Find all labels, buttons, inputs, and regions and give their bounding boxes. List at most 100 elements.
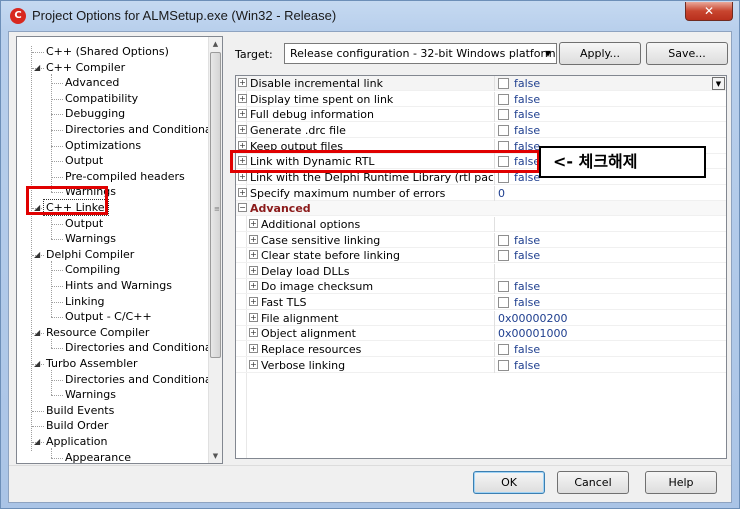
tree-item[interactable]: Pre-compiled headers xyxy=(65,169,185,184)
tree-expand-arrow-icon[interactable]: ◢ xyxy=(34,325,40,340)
tree-item[interactable]: Directories and Conditionals xyxy=(65,340,220,355)
expand-icon[interactable]: + xyxy=(238,187,247,197)
tree-item[interactable]: Advanced xyxy=(65,75,119,90)
tree-item[interactable]: Output xyxy=(65,153,103,168)
grid-row-value[interactable]: false xyxy=(514,342,540,357)
grid-row-value[interactable]: false xyxy=(514,358,540,373)
ok-button[interactable]: OK xyxy=(473,471,545,494)
grid-row-value[interactable]: false xyxy=(514,76,540,91)
tree-item[interactable]: Debugging xyxy=(65,106,125,121)
grid-row[interactable]: + Object alignment 0x00001000 xyxy=(236,326,726,342)
grid-row-checkbox[interactable] xyxy=(498,78,509,89)
grid-row[interactable]: + File alignment 0x00000200 xyxy=(236,310,726,326)
grid-row-checkbox[interactable] xyxy=(498,171,509,183)
expand-icon[interactable]: + xyxy=(249,218,258,228)
tree-item[interactable]: Warnings xyxy=(65,231,116,246)
tree-expand-arrow-icon[interactable]: ◢ xyxy=(34,434,40,449)
grid-row-checkbox[interactable] xyxy=(498,109,509,121)
cancel-button[interactable]: Cancel xyxy=(557,471,629,494)
expand-icon[interactable]: + xyxy=(249,297,258,307)
tree-item[interactable]: Build Events xyxy=(46,403,114,418)
tree-item[interactable]: Directories and Conditionals xyxy=(65,122,220,137)
expand-icon[interactable]: + xyxy=(249,328,258,338)
tree-expand-arrow-icon[interactable]: ◢ xyxy=(34,60,40,75)
grid-row[interactable]: + Fast TLS false xyxy=(236,295,726,311)
tree-item[interactable]: Turbo Assembler xyxy=(46,356,138,371)
expand-icon[interactable]: + xyxy=(238,78,247,87)
grid-row-checkbox[interactable] xyxy=(498,250,509,262)
tree-item[interactable]: Appearance xyxy=(65,450,131,463)
tree-item[interactable]: C++ (Shared Options) xyxy=(46,44,169,59)
title-bar[interactable]: C Project Options for ALMSetup.exe (Win3… xyxy=(1,1,739,31)
scroll-up-arrow-icon[interactable]: ▲ xyxy=(209,37,222,51)
tree-expand-arrow-icon[interactable]: ◢ xyxy=(34,247,40,262)
close-window-button[interactable]: ✕ xyxy=(685,2,733,21)
expand-icon[interactable]: + xyxy=(238,124,247,134)
expand-icon[interactable]: + xyxy=(238,171,247,181)
grid-row[interactable]: + Do image checksum false xyxy=(236,279,726,295)
expand-icon[interactable]: + xyxy=(249,265,258,275)
grid-row-checkbox[interactable] xyxy=(498,359,509,371)
grid-row-value[interactable]: false xyxy=(514,295,540,310)
grid-row[interactable]: + Clear state before linking false xyxy=(236,248,726,264)
grid-row[interactable]: + Additional options xyxy=(236,216,726,232)
grid-row-value[interactable]: false xyxy=(514,248,540,263)
scroll-thumb[interactable]: ≡ xyxy=(210,52,221,358)
tree-item[interactable]: Output - C/C++ xyxy=(65,309,152,324)
grid-row[interactable]: + Generate .drc file false xyxy=(236,122,726,138)
help-button[interactable]: Help xyxy=(645,471,717,494)
grid-row-value[interactable]: false xyxy=(514,92,540,107)
target-select[interactable]: Release configuration - 32-bit Windows p… xyxy=(284,43,557,64)
grid-row-checkbox[interactable] xyxy=(498,93,509,105)
grid-row[interactable]: + Display time spent on link false xyxy=(236,91,726,107)
expand-icon[interactable]: + xyxy=(249,359,258,369)
grid-row-checkbox[interactable] xyxy=(498,344,509,356)
tree-item[interactable]: Optimizations xyxy=(65,138,141,153)
grid-row-value[interactable]: 0 xyxy=(498,186,505,201)
grid-row[interactable]: + Disable incremental link false ▼ xyxy=(236,76,726,91)
grid-value-dropdown-icon[interactable]: ▼ xyxy=(712,77,725,90)
grid-row[interactable]: + Verbose linking false xyxy=(236,357,726,373)
tree-item[interactable]: Directories and Conditionals xyxy=(65,372,220,387)
grid-row-checkbox[interactable] xyxy=(498,234,509,246)
grid-row-value[interactable]: 0x00001000 xyxy=(498,326,568,341)
grid-row[interactable]: + Specify maximum number of errors 0 xyxy=(236,185,726,201)
grid-row-value[interactable]: false xyxy=(514,107,540,122)
grid-row-value[interactable]: 0x00000200 xyxy=(498,311,568,326)
tree-item[interactable]: Application xyxy=(46,434,107,449)
expand-icon[interactable]: + xyxy=(249,344,258,354)
grid-row-checkbox[interactable] xyxy=(498,124,509,136)
grid-row-checkbox[interactable] xyxy=(498,281,509,293)
expand-icon[interactable]: + xyxy=(249,234,258,244)
scroll-down-arrow-icon[interactable]: ▼ xyxy=(209,449,222,463)
grid-group-row[interactable]: − Advanced xyxy=(236,201,726,217)
grid-row[interactable]: + Case sensitive linking false xyxy=(236,232,726,248)
tree-item[interactable]: Hints and Warnings xyxy=(65,278,172,293)
expand-icon[interactable]: + xyxy=(238,109,247,119)
expand-icon[interactable]: + xyxy=(249,312,258,322)
grid-row-value[interactable]: false xyxy=(514,279,540,294)
expand-icon[interactable]: + xyxy=(249,250,258,260)
expand-icon[interactable]: + xyxy=(238,93,247,103)
tree-item[interactable]: Resource Compiler xyxy=(46,325,149,340)
grid-row-value[interactable]: false xyxy=(514,123,540,138)
tree-item[interactable]: Output xyxy=(65,216,103,231)
tree-item[interactable]: Compatibility xyxy=(65,91,138,106)
grid-row-value[interactable]: false xyxy=(514,233,540,248)
grid-row[interactable]: + Delay load DLLs xyxy=(236,263,726,279)
tree-item[interactable]: Warnings xyxy=(65,387,116,402)
save-button[interactable]: Save... xyxy=(646,42,728,65)
apply-button[interactable]: Apply... xyxy=(559,42,641,65)
tree-item[interactable]: Linking xyxy=(65,294,105,309)
tree-item[interactable]: Build Order xyxy=(46,418,108,433)
tree-expand-arrow-icon[interactable]: ◢ xyxy=(34,356,40,371)
grid-row-checkbox[interactable] xyxy=(498,297,509,309)
tree-item[interactable]: C++ Compiler xyxy=(46,60,125,75)
expand-icon[interactable]: + xyxy=(238,140,247,150)
tree-item[interactable]: Delphi Compiler xyxy=(46,247,134,262)
tree-scrollbar[interactable]: ▲ ≡ ▼ xyxy=(208,37,222,463)
grid-row[interactable]: + Replace resources false xyxy=(236,342,726,358)
expand-icon[interactable]: + xyxy=(249,281,258,291)
collapse-icon[interactable]: − xyxy=(238,203,247,213)
tree-item[interactable]: Compiling xyxy=(65,262,120,277)
